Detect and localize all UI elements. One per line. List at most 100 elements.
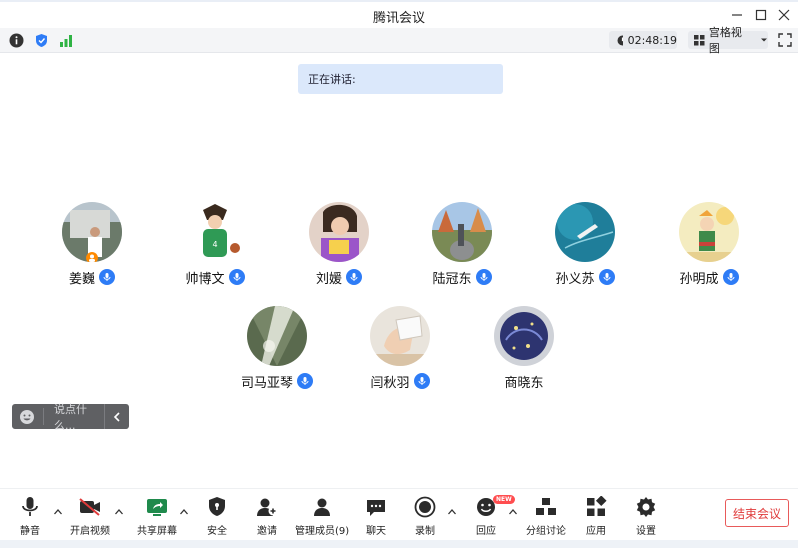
participant-tile[interactable]: 司马亚琴	[217, 306, 337, 391]
record-button[interactable]: 录制	[413, 495, 437, 537]
record-label: 录制	[415, 526, 435, 537]
avatar	[494, 306, 554, 366]
bottom-control-bar: 静音 开启视频 共享屏幕 安全 邀请 管理成员(9) 聊天 录制 回应 分组讨论	[0, 488, 798, 541]
chevron-up-icon[interactable]	[508, 507, 518, 517]
grid-icon	[694, 34, 705, 45]
shield-icon	[209, 497, 225, 516]
info-icon	[9, 33, 23, 47]
security-label: 安全	[207, 526, 227, 537]
participant-name: 孙明成	[679, 271, 719, 287]
chat-divider	[43, 408, 44, 425]
meeting-timer: 02:48:19	[609, 31, 677, 49]
minimize-icon	[732, 14, 742, 16]
chat-label: 聊天	[366, 526, 386, 537]
participant-name: 司马亚琴	[240, 375, 293, 391]
avatar	[62, 202, 122, 262]
meeting-info-button[interactable]	[8, 32, 24, 48]
add-user-icon	[257, 498, 278, 516]
participant-tile[interactable]: 4 帅博文	[155, 202, 275, 287]
invite-label: 邀请	[257, 526, 277, 537]
fullscreen-button[interactable]	[778, 32, 794, 48]
participant-tile[interactable]: 商晓东	[464, 306, 584, 391]
manage-members-label: 管理成员(9)	[295, 526, 350, 537]
mute-label: 静音	[20, 526, 40, 537]
settings-label: 设置	[636, 526, 656, 537]
collapse-chat-button[interactable]	[104, 404, 129, 429]
participant-name: 帅博文	[185, 271, 225, 287]
participant-tile[interactable]: 刘媛	[279, 202, 399, 287]
manage-members-button[interactable]: 管理成员(9)	[295, 495, 349, 537]
mic-icon	[413, 373, 430, 389]
participant-name: 闫秋羽	[370, 375, 410, 391]
end-meeting-button[interactable]: 结束会议	[725, 499, 789, 527]
avatar	[309, 202, 369, 262]
share-screen-label: 共享屏幕	[137, 526, 177, 537]
gear-icon	[636, 497, 656, 517]
signal-icon	[59, 34, 72, 47]
mic-icon	[99, 269, 115, 285]
meeting-toolbar: 02:48:19 宫格视图	[0, 26, 798, 55]
mic-icon	[598, 269, 615, 285]
view-mode-select[interactable]: 宫格视图	[688, 26, 768, 55]
chevron-left-icon	[113, 411, 120, 422]
shield-icon	[35, 33, 47, 47]
participant-tile[interactable]: 姜巍	[32, 202, 152, 287]
invite-button[interactable]: 邀请	[255, 495, 279, 537]
mic-icon	[722, 269, 739, 285]
chat-input-bar[interactable]: 说点什么...	[12, 403, 129, 432]
microphone-icon	[22, 497, 38, 516]
share-screen-button[interactable]: 共享屏幕	[137, 495, 177, 537]
network-status-button[interactable]	[58, 32, 74, 48]
close-button[interactable]	[775, 6, 793, 24]
apps-icon	[587, 496, 607, 516]
settings-button[interactable]: 设置	[634, 495, 658, 537]
participant-tile[interactable]: 陆冠东	[402, 202, 522, 287]
minimize-button[interactable]	[728, 6, 746, 24]
mic-icon	[475, 269, 492, 285]
security-status-button[interactable]	[33, 32, 49, 48]
members-icon	[314, 498, 331, 516]
timer-text: 02:48:19	[627, 33, 677, 47]
participant-tile[interactable]: 孙义苏	[525, 202, 645, 287]
title-bar: 腾讯会议	[0, 2, 798, 28]
avatar: 4	[185, 202, 245, 262]
participant-tile[interactable]: 孙明成	[649, 202, 769, 287]
apps-button[interactable]: 应用	[584, 495, 608, 537]
avatar	[432, 202, 492, 262]
chevron-up-icon[interactable]	[179, 507, 189, 517]
mic-icon	[228, 269, 245, 285]
mute-button[interactable]: 静音	[18, 495, 42, 537]
avatar	[370, 306, 430, 366]
share-screen-icon	[147, 499, 167, 516]
clock-icon	[617, 35, 623, 45]
speaking-indicator: 正在讲话:	[298, 64, 503, 94]
chevron-up-icon[interactable]	[53, 507, 63, 517]
chat-placeholder[interactable]: 说点什么...	[54, 401, 104, 433]
participant-name: 刘媛	[315, 271, 342, 287]
apps-label: 应用	[586, 526, 606, 537]
participant-name: 孙义苏	[555, 271, 595, 287]
chat-button[interactable]: 聊天	[364, 495, 388, 537]
host-badge-icon	[86, 252, 98, 262]
window-title: 腾讯会议	[372, 11, 425, 26]
avatar	[247, 306, 307, 366]
maximize-button[interactable]	[752, 6, 770, 24]
mic-icon	[346, 269, 362, 285]
chevron-down-icon	[761, 38, 768, 42]
chevron-up-icon[interactable]	[447, 507, 457, 517]
react-label: 回应	[476, 526, 496, 537]
emoji-icon[interactable]	[19, 409, 35, 425]
fullscreen-icon	[778, 33, 792, 47]
record-icon	[414, 496, 436, 518]
new-badge: NEW	[493, 495, 515, 504]
start-video-button[interactable]: 开启视频	[70, 495, 110, 537]
bottom-strip	[0, 540, 798, 548]
chevron-up-icon[interactable]	[114, 507, 124, 517]
end-meeting-label: 结束会议	[732, 506, 781, 521]
breakout-label: 分组讨论	[526, 526, 566, 537]
participant-tile[interactable]: 闫秋羽	[340, 306, 460, 391]
chat-icon	[367, 500, 385, 516]
participant-name: 陆冠东	[432, 271, 472, 287]
security-button[interactable]: 安全	[205, 495, 229, 537]
breakout-rooms-button[interactable]: 分组讨论	[526, 495, 566, 537]
